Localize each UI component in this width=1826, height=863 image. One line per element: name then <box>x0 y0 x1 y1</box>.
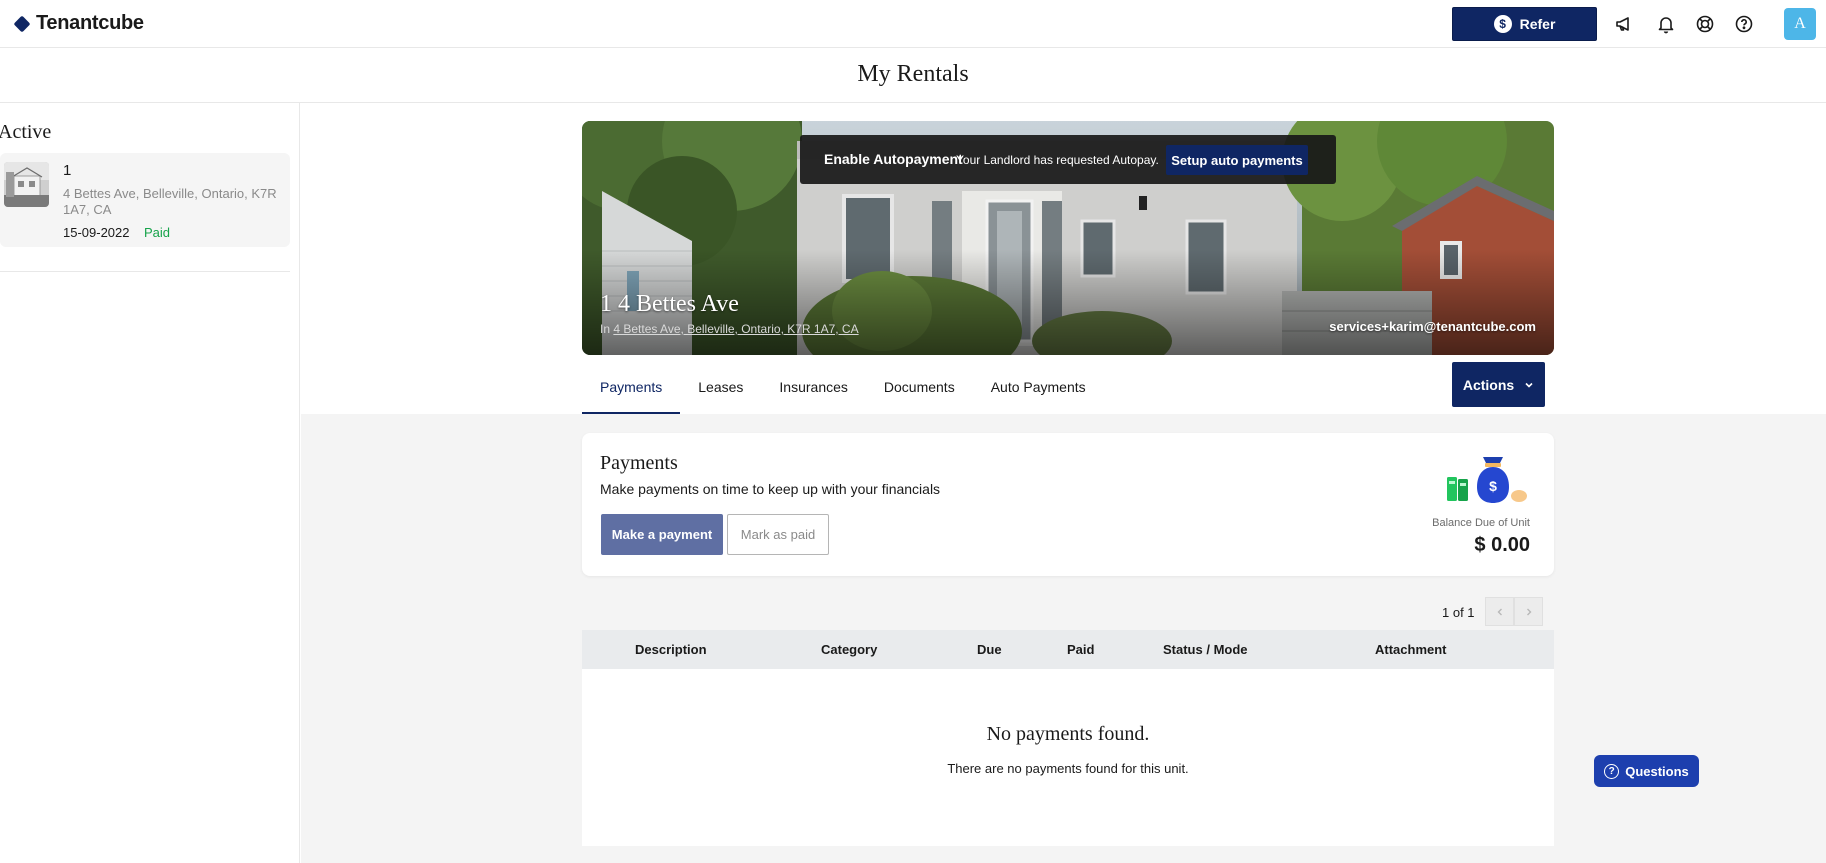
svg-text:$: $ <box>1489 478 1497 494</box>
autopay-banner: Enable Autopayment Your Landlord has req… <box>800 135 1336 184</box>
empty-state-text: There are no payments found for this uni… <box>947 761 1189 776</box>
megaphone-icon[interactable] <box>1614 14 1634 34</box>
location-prefix: In <box>600 322 611 336</box>
mark-as-paid-button[interactable]: Mark as paid <box>727 514 829 555</box>
rental-tabs: Payments Leases Insurances Documents Aut… <box>582 362 1104 414</box>
empty-state-title: No payments found. <box>986 723 1150 745</box>
help-icon[interactable] <box>1734 14 1754 34</box>
sidebar-heading: Active <box>0 121 52 143</box>
logo-diamond-icon <box>14 15 30 32</box>
questions-button[interactable]: ? Questions <box>1594 755 1699 787</box>
dollar-icon: $ <box>1493 15 1512 33</box>
lifebuoy-icon[interactable] <box>1695 14 1715 34</box>
column-header-category[interactable]: Category <box>821 642 877 657</box>
property-hero: Enable Autopayment Your Landlord has req… <box>582 121 1554 355</box>
question-icon: ? <box>1604 763 1620 779</box>
payments-title: Payments <box>600 452 678 474</box>
balance-due-value: $ 0.00 <box>1474 534 1530 556</box>
setup-auto-payments-button[interactable]: Setup auto payments <box>1166 145 1308 175</box>
rental-status-badge: Paid <box>144 225 171 240</box>
top-bar: Tenantcube $ Refer A <box>0 0 1826 48</box>
rental-thumbnail <box>4 162 49 207</box>
rentals-sidebar: Active 1 4 Bettes Ave, Belleville, Ontar… <box>0 103 300 863</box>
make-payment-button[interactable]: Make a payment <box>601 514 723 555</box>
chevron-left-icon <box>1497 608 1502 615</box>
column-header-paid[interactable]: Paid <box>1067 642 1094 657</box>
page-title-bar: My Rentals <box>0 48 1826 103</box>
property-location: In 4 Bettes Ave, Belleville, Ontario, K7… <box>600 322 859 336</box>
tab-documents[interactable]: Documents <box>866 362 973 414</box>
property-address-link[interactable]: 4 Bettes Ave, Belleville, Ontario, K7R 1… <box>613 322 858 336</box>
autopay-banner-text: Your Landlord has requested Autopay. <box>956 153 1159 167</box>
tab-auto-payments[interactable]: Auto Payments <box>973 362 1104 414</box>
rental-list-item[interactable]: 1 4 Bettes Ave, Belleville, Ontario, K7R… <box>0 153 290 247</box>
autopay-banner-title: Enable Autopayment <box>824 151 963 167</box>
property-title: 1 4 Bettes Ave <box>600 291 739 317</box>
column-header-description[interactable]: Description <box>635 642 707 657</box>
questions-label: Questions <box>1625 763 1689 779</box>
balance-due-label: Balance Due of Unit <box>1432 517 1530 529</box>
sidebar-divider <box>0 271 290 272</box>
actions-label: Actions <box>1462 376 1515 393</box>
money-bag-icon: $ <box>1447 457 1527 503</box>
payments-card: Payments Make payments on time to keep u… <box>582 433 1554 576</box>
brand-logo[interactable]: Tenantcube <box>13 12 144 35</box>
actions-dropdown-button[interactable]: Actions <box>1452 362 1545 407</box>
bell-icon[interactable] <box>1656 14 1676 34</box>
rental-name: 1 <box>63 162 72 179</box>
brand-name: Tenantcube <box>36 12 144 34</box>
column-header-due[interactable]: Due <box>977 642 1002 657</box>
rental-address: 4 Bettes Ave, Belleville, Ontario, K7R 1… <box>63 186 277 217</box>
avatar[interactable]: A <box>1784 8 1816 40</box>
payments-subtitle: Make payments on time to keep up with yo… <box>600 481 941 497</box>
refer-label: Refer <box>1519 16 1556 32</box>
rental-date: 15-09-2022 <box>63 225 130 240</box>
tab-leases[interactable]: Leases <box>680 362 761 414</box>
previous-page-button[interactable] <box>1485 597 1514 626</box>
tab-insurances[interactable]: Insurances <box>761 362 865 414</box>
landlord-email: services+karim@tenantcube.com <box>1329 319 1536 334</box>
chevron-down-icon <box>1525 382 1533 388</box>
table-header: Description Category Due Paid Status / M… <box>582 630 1554 669</box>
column-header-status-mode[interactable]: Status / Mode <box>1163 642 1248 657</box>
next-page-button[interactable] <box>1514 597 1543 626</box>
tab-payments[interactable]: Payments <box>582 362 681 414</box>
payments-table: Description Category Due Paid Status / M… <box>582 630 1554 846</box>
refer-button[interactable]: $ Refer <box>1452 7 1597 41</box>
chevron-right-icon <box>1526 608 1531 615</box>
column-header-attachment[interactable]: Attachment <box>1375 642 1447 657</box>
pagination-status: 1 of 1 <box>1442 605 1475 620</box>
page-title: My Rentals <box>857 61 969 87</box>
